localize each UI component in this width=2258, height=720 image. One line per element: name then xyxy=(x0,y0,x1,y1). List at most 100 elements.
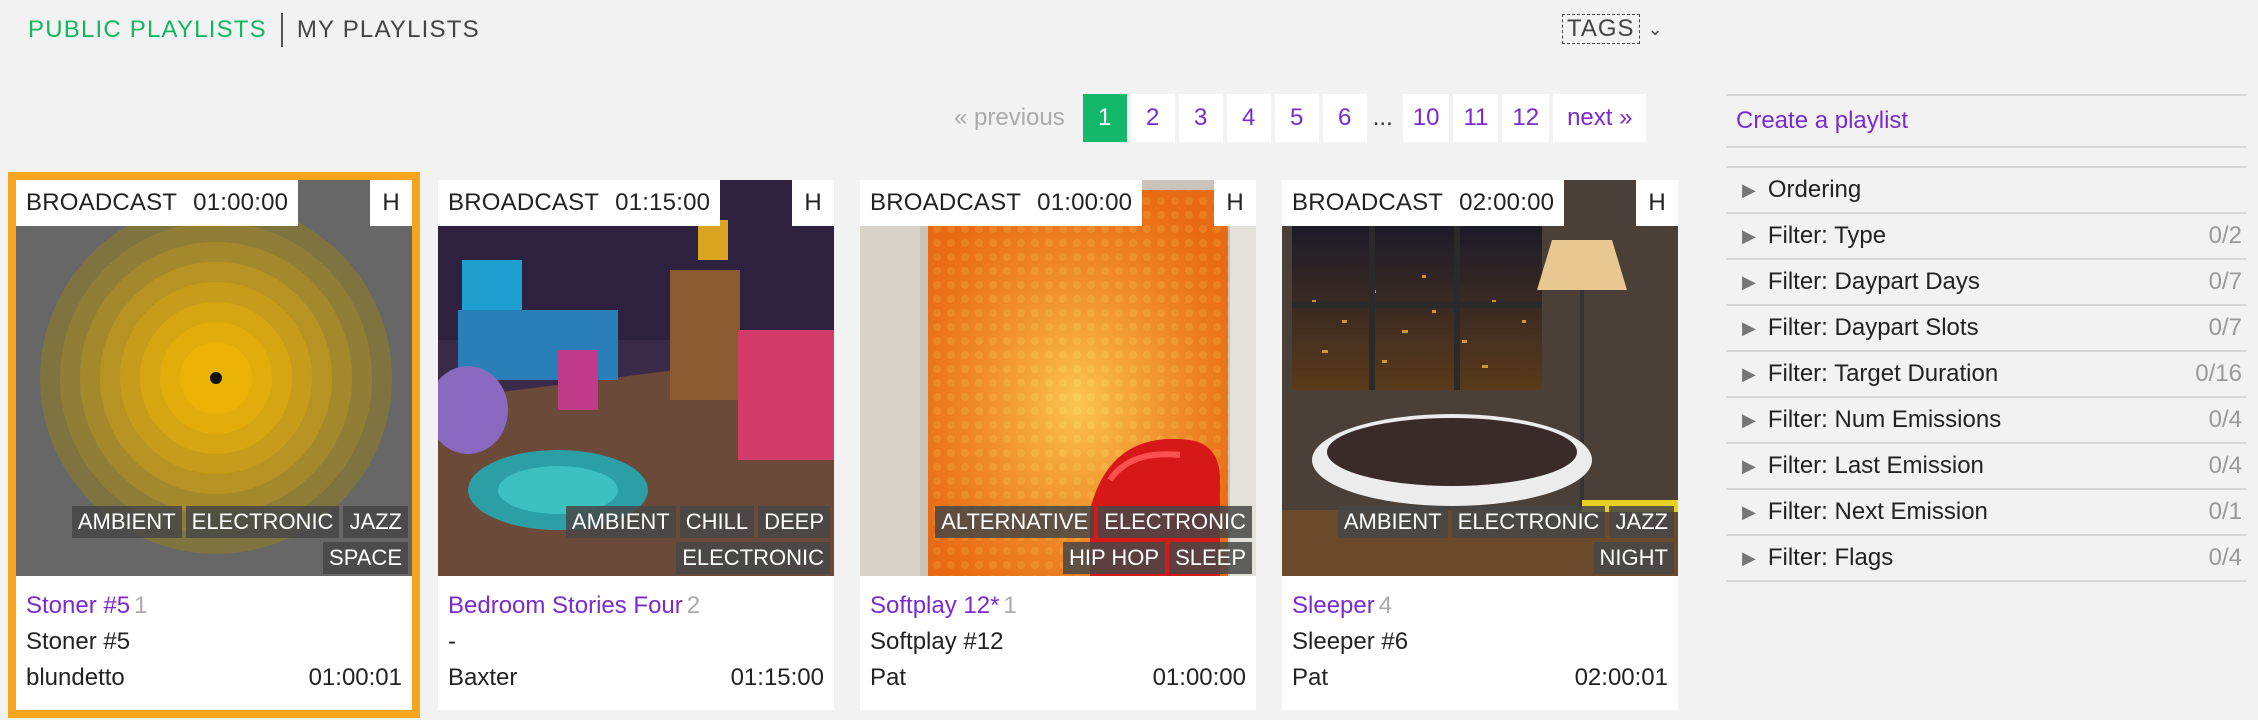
card-type: BROADCAST xyxy=(26,189,178,216)
page-12[interactable]: 12 xyxy=(1502,94,1550,142)
card-count: 4 xyxy=(1378,592,1393,619)
card-title-row: Bedroom Stories Four 2 xyxy=(448,588,824,624)
tag[interactable]: SPACE xyxy=(323,542,408,574)
card-subtitle: - xyxy=(448,628,456,655)
triangle-right-icon: ▶ xyxy=(1742,547,1756,568)
filter-count: 0/7 xyxy=(2208,268,2242,295)
playlist-artwork[interactable]: BROADCAST 02:00:00 H AMBIENT ELECTRONIC … xyxy=(1282,180,1678,576)
playlist-card[interactable]: BROADCAST 01:00:00 H ALTERNATIVE ELECTRO… xyxy=(860,180,1256,710)
card-title-row: Softplay 12* 1 xyxy=(870,588,1246,624)
tag[interactable]: AMBIENT xyxy=(565,506,676,538)
card-title-link[interactable]: Softplay 12* xyxy=(870,592,999,619)
h-button[interactable]: H xyxy=(1214,180,1256,226)
tag[interactable]: JAZZ xyxy=(343,506,408,538)
card-info: Stoner #5 1 Stoner #5 blundetto 01:00:01 xyxy=(16,576,412,710)
filter-count: 0/4 xyxy=(2208,406,2242,433)
tag[interactable]: NIGHT xyxy=(1593,542,1674,574)
tag-list: AMBIENT CHILL DEEP ELECTRONIC xyxy=(440,506,830,574)
card-subtitle: Stoner #5 xyxy=(26,628,131,655)
filter-daypart-slots[interactable]: ▶ Filter: Daypart Slots 0/7 xyxy=(1726,306,2246,352)
card-header: BROADCAST 01:00:00 xyxy=(16,180,299,226)
filter-type[interactable]: ▶ Filter: Type 0/2 xyxy=(1726,214,2246,260)
page-2[interactable]: 2 xyxy=(1130,94,1175,142)
tag[interactable]: SLEEP xyxy=(1169,542,1252,574)
card-header: BROADCAST 02:00:00 xyxy=(1282,180,1565,226)
card-footer: blundetto 01:00:01 xyxy=(26,660,402,696)
playlist-card[interactable]: BROADCAST 01:15:00 H AMBIENT CHILL DEEP … xyxy=(438,180,834,710)
page-5[interactable]: 5 xyxy=(1274,94,1319,142)
page-4[interactable]: 4 xyxy=(1226,94,1271,142)
filter-flags[interactable]: ▶ Filter: Flags 0/4 xyxy=(1726,536,2246,582)
filter-ordering[interactable]: ▶ Ordering xyxy=(1726,168,2246,214)
tag[interactable]: ELECTRONIC xyxy=(1098,506,1252,538)
card-count: 2 xyxy=(686,592,701,619)
tag[interactable]: CHILL xyxy=(679,506,755,538)
card-title-link[interactable]: Sleeper xyxy=(1292,592,1375,619)
triangle-right-icon: ▶ xyxy=(1742,225,1756,246)
card-title-link[interactable]: Bedroom Stories Four xyxy=(448,592,683,619)
playlist-artwork[interactable]: BROADCAST 01:00:00 H AMBIENT ELECTRONIC … xyxy=(16,180,412,576)
playlist-card[interactable]: BROADCAST 01:00:00 H AMBIENT ELECTRONIC … xyxy=(8,172,420,718)
tag[interactable]: ALTERNATIVE xyxy=(935,506,1095,538)
triangle-right-icon: ▶ xyxy=(1742,271,1756,292)
playlist-artwork[interactable]: BROADCAST 01:00:00 H ALTERNATIVE ELECTRO… xyxy=(860,180,1256,576)
card-author: blundetto xyxy=(26,664,125,691)
tag[interactable]: AMBIENT xyxy=(71,506,182,538)
card-info: Sleeper 4 Sleeper #6 Pat 02:00:01 xyxy=(1282,576,1678,710)
pagination-ellipsis: ... xyxy=(1372,104,1393,131)
card-count: 1 xyxy=(134,592,148,619)
filter-label: Filter: Next Emission xyxy=(1767,498,1988,525)
filter-label: Filter: Flags xyxy=(1767,544,1894,571)
card-footer: Pat 01:00:00 xyxy=(870,660,1246,696)
create-playlist-link[interactable]: Create a playlist xyxy=(1726,94,2246,148)
tag[interactable]: ELECTRONIC xyxy=(185,506,340,538)
filter-label: Filter: Num Emissions xyxy=(1767,406,2002,433)
tab-my-playlists[interactable]: MY PLAYLISTS xyxy=(297,16,480,44)
h-button[interactable]: H xyxy=(792,180,834,226)
tag[interactable]: HIP HOP xyxy=(1063,542,1166,574)
card-title-row: Sleeper 4 xyxy=(1292,588,1668,624)
page-1[interactable]: 1 xyxy=(1082,94,1127,142)
h-button[interactable]: H xyxy=(1636,180,1678,226)
card-total-duration: 01:00:00 xyxy=(1152,664,1246,691)
h-button[interactable]: H xyxy=(370,180,412,226)
pagination: « previous 1 2 3 4 5 6 ... 10 11 12 next… xyxy=(954,94,1650,142)
card-duration: 01:00:00 xyxy=(193,189,289,216)
filter-count: 0/4 xyxy=(2208,544,2242,571)
filter-count: 0/7 xyxy=(2208,314,2242,341)
tags-dropdown[interactable]: TAGS ⌄ xyxy=(1562,14,1664,44)
card-author: Pat xyxy=(870,664,907,691)
card-subtitle: Softplay #12 xyxy=(870,628,1004,655)
card-footer: Pat 02:00:01 xyxy=(1292,660,1668,696)
filter-label: Ordering xyxy=(1767,176,1862,203)
filter-target-duration[interactable]: ▶ Filter: Target Duration 0/16 xyxy=(1726,352,2246,398)
tag[interactable]: ELECTRONIC xyxy=(676,542,830,574)
tag[interactable]: AMBIENT xyxy=(1337,506,1448,538)
filter-num-emissions[interactable]: ▶ Filter: Num Emissions 0/4 xyxy=(1726,398,2246,444)
card-title-link[interactable]: Stoner #5 xyxy=(26,592,130,619)
page-3[interactable]: 3 xyxy=(1178,94,1223,142)
page-11[interactable]: 11 xyxy=(1453,94,1499,142)
tags-label[interactable]: TAGS xyxy=(1562,14,1640,44)
card-header: BROADCAST 01:15:00 xyxy=(438,180,721,226)
filter-label: Filter: Daypart Slots xyxy=(1767,314,1979,341)
tag-list: AMBIENT ELECTRONIC JAZZ NIGHT xyxy=(1284,506,1674,574)
playlist-artwork[interactable]: BROADCAST 01:15:00 H AMBIENT CHILL DEEP … xyxy=(438,180,834,576)
filter-last-emission[interactable]: ▶ Filter: Last Emission 0/4 xyxy=(1726,444,2246,490)
tag[interactable]: DEEP xyxy=(758,506,830,538)
pagination-next[interactable]: next » xyxy=(1553,94,1647,142)
page-10[interactable]: 10 xyxy=(1402,94,1450,142)
tab-public-playlists[interactable]: PUBLIC PLAYLISTS xyxy=(28,16,267,44)
pagination-previous[interactable]: « previous xyxy=(954,94,1079,142)
card-author: Baxter xyxy=(448,664,518,691)
tag[interactable]: ELECTRONIC xyxy=(1451,506,1606,538)
filter-daypart-days[interactable]: ▶ Filter: Daypart Days 0/7 xyxy=(1726,260,2246,306)
playlist-card[interactable]: BROADCAST 02:00:00 H AMBIENT ELECTRONIC … xyxy=(1282,180,1678,710)
card-type: BROADCAST xyxy=(870,189,1022,216)
filter-label: Filter: Type xyxy=(1767,222,1887,249)
filter-next-emission[interactable]: ▶ Filter: Next Emission 0/1 xyxy=(1726,490,2246,536)
chevron-down-icon[interactable]: ⌄ xyxy=(1648,19,1664,40)
page-6[interactable]: 6 xyxy=(1322,94,1367,142)
tag[interactable]: JAZZ xyxy=(1609,506,1674,538)
tag-list: ALTERNATIVE ELECTRONIC HIP HOP SLEEP xyxy=(862,506,1252,574)
